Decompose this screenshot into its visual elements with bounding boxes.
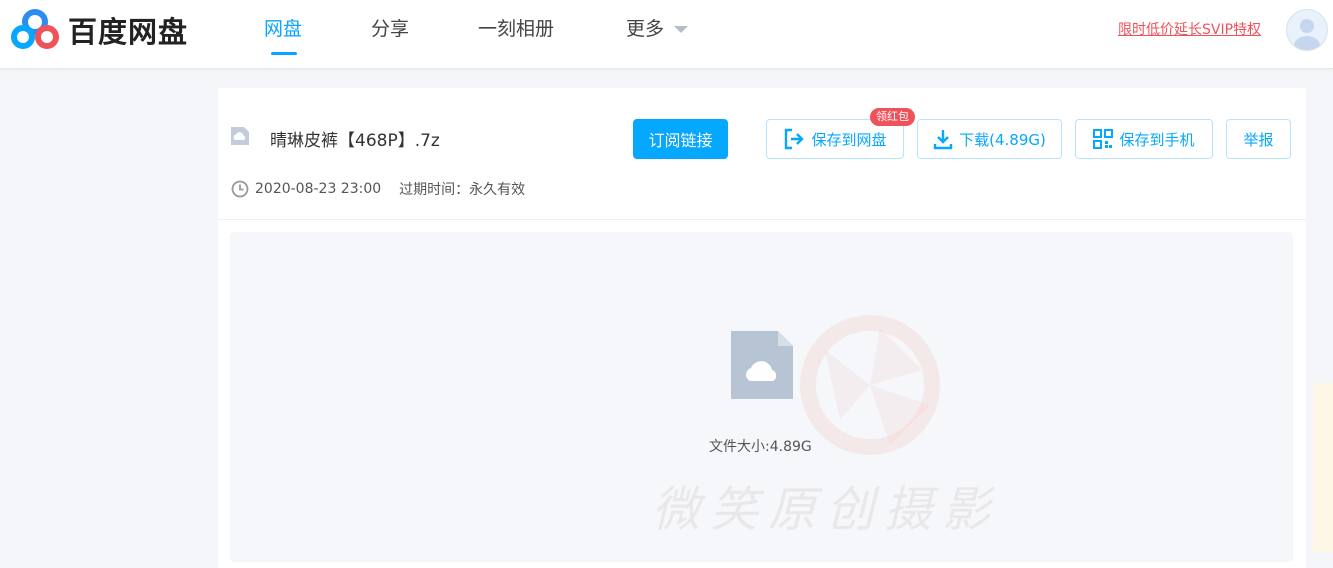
download-label: 下载(4.89G)	[959, 130, 1046, 149]
share-date: 2020-08-23 23:00	[255, 181, 382, 197]
qrcode-icon	[1093, 129, 1114, 149]
side-float-tab[interactable]	[1313, 383, 1333, 552]
download-button[interactable]: 下载(4.89G)	[917, 119, 1062, 159]
top-bar: 百度网盘 网盘 分享 一刻相册 更多 限时低价延长SVIP特权	[0, 0, 1333, 69]
svip-promo-link[interactable]: 限时低价延长SVIP特权	[1118, 19, 1261, 39]
download-icon	[933, 130, 953, 150]
brand-name: 百度网盘	[68, 15, 189, 49]
avatar-icon	[1294, 19, 1320, 50]
save-to-disk-label: 保存到网盘	[811, 130, 887, 149]
red-packet-badge: 领红包	[870, 108, 915, 126]
avatar[interactable]	[1286, 9, 1328, 51]
save-to-phone-button[interactable]: 保存到手机	[1075, 119, 1213, 159]
divider	[218, 219, 1306, 220]
nav-album[interactable]: 一刻相册	[478, 14, 554, 41]
watermark-logo	[640, 310, 960, 484]
file-size: 文件大小:4.89G	[709, 439, 812, 455]
clock-icon	[231, 180, 249, 198]
nav-disk[interactable]: 网盘	[264, 14, 302, 41]
nav-active-indicator	[271, 52, 297, 55]
file-icon	[230, 126, 250, 150]
baidu-logo-icon	[10, 9, 60, 51]
nav-more-label: 更多	[626, 18, 665, 40]
file-title: 晴琳皮裤【468P】.7z	[270, 131, 440, 151]
report-button[interactable]: 举报	[1226, 119, 1291, 159]
watermark-text: 微笑原创摄影	[652, 482, 1001, 538]
cloud-file-icon	[730, 330, 794, 404]
subscribe-button[interactable]: 订阅链接	[633, 119, 728, 159]
expire-info: 过期时间：永久有效	[399, 182, 526, 198]
nav-share[interactable]: 分享	[371, 14, 409, 41]
logo[interactable]: 百度网盘	[10, 8, 188, 52]
save-to-phone-label: 保存到手机	[1119, 130, 1195, 149]
file-meta: 2020-08-23 23:00 过期时间：永久有效	[231, 179, 525, 199]
chevron-down-icon	[674, 26, 689, 33]
nav-more[interactable]: 更多	[626, 14, 689, 41]
save-icon	[785, 128, 805, 150]
